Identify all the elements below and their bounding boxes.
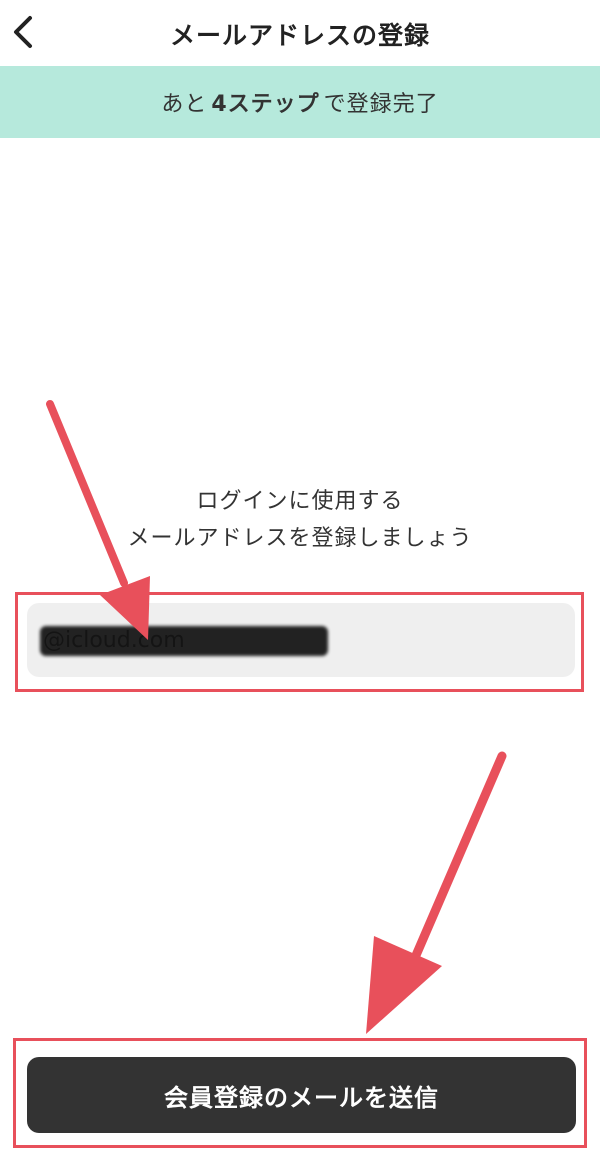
page-title: メールアドレスの登録 xyxy=(169,21,430,50)
instruction-line-2: メールアドレスを登録しましょう xyxy=(127,526,473,551)
send-registration-email-button[interactable]: 会員登録のメールを送信 xyxy=(27,1057,576,1133)
email-redaction-mark xyxy=(40,626,328,656)
step-banner-suffix: で登録完了 xyxy=(323,92,439,117)
step-banner-count: 4ステップ xyxy=(211,92,320,117)
annotation-arrows xyxy=(46,400,507,1034)
arrow-to-submit-button xyxy=(366,751,507,1034)
step-progress-banner: あと 4ステップ で登録完了 xyxy=(0,66,600,138)
step-banner-prefix: あと xyxy=(161,92,208,117)
top-nav-bar: メールアドレスの登録 xyxy=(0,0,600,66)
instruction-text: ログインに使用する メールアドレスを登録しましょう xyxy=(0,483,600,557)
instruction-line-1: ログインに使用する xyxy=(196,489,404,514)
